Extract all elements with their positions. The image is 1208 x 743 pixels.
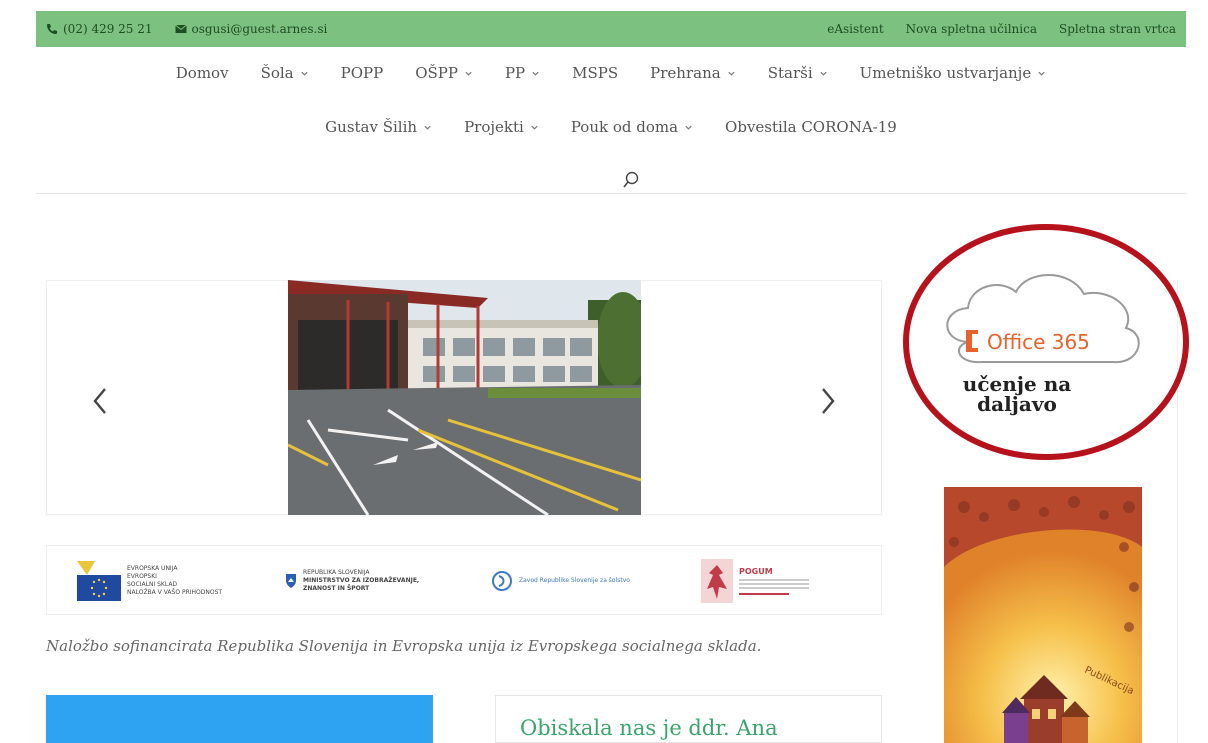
chevron-down-icon <box>1038 71 1045 76</box>
envelope-icon <box>174 24 187 33</box>
eu-logo: EVROPSKA UNIJA EVROPSKI SOCIALNI SKLAD N… <box>77 546 222 616</box>
email-address: osgusi@guest.arnes.si <box>191 22 328 36</box>
zavod-emblem-icon <box>492 571 512 591</box>
nav-divider <box>36 193 1186 194</box>
nav-item-obvestila-corona[interactable]: Obvestila CORONA-19 <box>725 114 897 140</box>
contact-info: (02) 429 25 21 osgusi@guest.arnes.si <box>46 22 327 36</box>
vrtec-link[interactable]: Spletna stran vrtca <box>1059 22 1176 36</box>
pogum-figure-icon <box>701 559 733 603</box>
eu-flag-icon <box>77 561 121 601</box>
main-nav-row-2: Gustav Šilih Projekti Pouk od doma Obves… <box>36 114 1186 140</box>
cofinancing-caption: Naložbo sofinancirata Republika Slovenij… <box>46 637 762 655</box>
sponsor-logos: EVROPSKA UNIJA EVROPSKI SOCIALNI SKLAD N… <box>46 545 882 615</box>
nav-item-pouk-od-doma[interactable]: Pouk od doma <box>571 114 693 140</box>
nav-item-sola[interactable]: Šola <box>261 60 309 86</box>
slider-prev-arrow[interactable] <box>88 383 112 419</box>
phone-number: (02) 429 25 21 <box>63 22 153 36</box>
nav-item-prehrana[interactable]: Prehrana <box>650 60 736 86</box>
nav-item-gustav-silih[interactable]: Gustav Šilih <box>325 114 432 140</box>
chevron-down-icon <box>531 125 538 130</box>
office365-label: Office 365 <box>987 330 1090 354</box>
publication-poster[interactable]: Publikacija <box>944 487 1142 743</box>
top-links: eAsistent Nova spletna učilnica Spletna … <box>827 22 1176 36</box>
chevron-down-icon <box>728 71 735 76</box>
phone-link[interactable]: (02) 429 25 21 <box>46 22 153 36</box>
main-nav-row-1: Domov Šola POPP OŠPP PP MSPS Prehrana St… <box>36 60 1186 86</box>
post-card[interactable]: Obiskala nas je ddr. Ana <box>495 695 882 743</box>
nav-item-popp[interactable]: POPP <box>341 60 384 86</box>
nav-item-ospp[interactable]: OŠPP <box>415 60 473 86</box>
phone-icon <box>47 24 57 34</box>
nav-item-domov[interactable]: Domov <box>176 60 229 86</box>
chevron-down-icon <box>532 71 539 76</box>
chevron-down-icon <box>820 71 827 76</box>
chevron-down-icon <box>465 71 472 76</box>
ministry-logo: REPUBLIKA SLOVENIJA MINISTRSTVO ZA IZOBR… <box>285 546 419 616</box>
search-icon[interactable] <box>621 170 641 190</box>
school-photo <box>288 280 641 515</box>
pogum-logo: POGUM <box>701 546 809 616</box>
coat-of-arms-icon <box>286 574 296 588</box>
office365-caption: učenje na daljavo <box>962 372 1072 416</box>
post-title[interactable]: Obiskala nas je ddr. Ana <box>520 716 778 740</box>
nav-item-starsi[interactable]: Starši <box>768 60 828 86</box>
nav-item-umetnisko-ustvarjanje[interactable]: Umetniško ustvarjanje <box>860 60 1047 86</box>
email-link[interactable]: osgusi@guest.arnes.si <box>174 22 328 36</box>
easistent-link[interactable]: eAsistent <box>827 22 883 36</box>
nav-item-msps[interactable]: MSPS <box>572 60 618 86</box>
chevron-down-icon <box>301 71 308 76</box>
nav-item-projekti[interactable]: Projekti <box>464 114 539 140</box>
slider-next-arrow[interactable] <box>816 383 840 419</box>
chevron-down-icon <box>685 125 692 130</box>
spletna-ucilnica-link[interactable]: Nova spletna učilnica <box>906 22 1037 36</box>
top-bar: (02) 429 25 21 osgusi@guest.arnes.si eAs… <box>36 11 1186 47</box>
chevron-down-icon <box>424 125 431 130</box>
nav-item-pp[interactable]: PP <box>505 60 540 86</box>
zavod-logo: Zavod Republike Slovenije za šolstvo <box>491 546 630 616</box>
featured-blue-panel[interactable] <box>46 695 433 743</box>
